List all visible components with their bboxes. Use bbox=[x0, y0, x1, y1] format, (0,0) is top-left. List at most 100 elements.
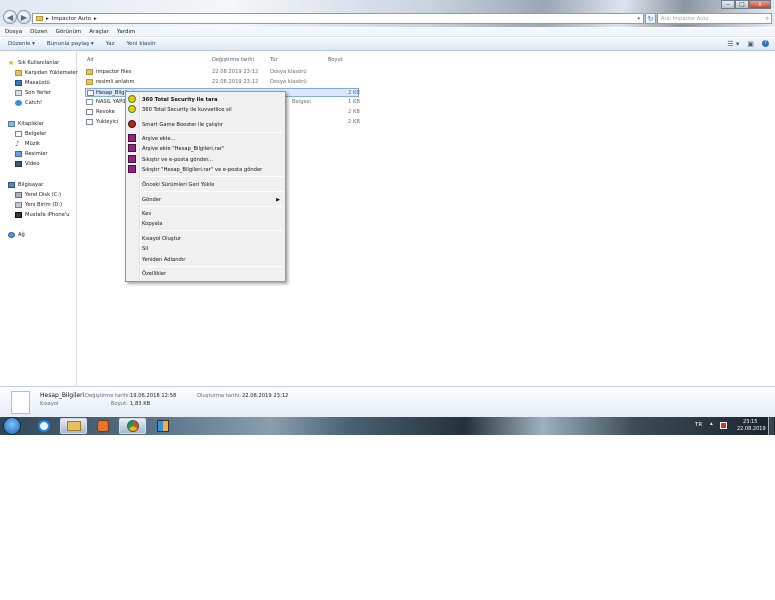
pictures-icon bbox=[15, 150, 22, 157]
language-indicator[interactable]: TR bbox=[695, 422, 702, 428]
folder-icon bbox=[86, 69, 93, 75]
video-icon bbox=[15, 160, 22, 167]
taskbar-chrome-button[interactable] bbox=[119, 418, 146, 434]
burn-button[interactable]: Yaz bbox=[106, 41, 115, 47]
nav-label: Müzik bbox=[25, 140, 40, 147]
menu-item-rename[interactable]: Yeniden Adlandır bbox=[142, 255, 185, 264]
clock-time[interactable]: 23:15 bbox=[743, 419, 757, 425]
maximize-button[interactable]: □ bbox=[735, 0, 749, 9]
explorer-screen: ◀ ▶ ▸ Impactor Auto ▸ ▾ ↻ Ara: Impactor … bbox=[0, 0, 775, 435]
winrar-icon bbox=[128, 165, 136, 173]
nav-computer-header[interactable]: Bilgisayar bbox=[8, 180, 85, 189]
menu-item-cut[interactable]: Kes bbox=[142, 209, 151, 218]
details-created-label: Oluşturma tarihi: bbox=[197, 393, 242, 399]
menu-tools[interactable]: Araçlar bbox=[89, 29, 109, 35]
menu-separator bbox=[142, 191, 283, 192]
file-date: 22.08.2019 23:12 bbox=[212, 79, 259, 85]
nav-label: Kitaplıklar bbox=[18, 120, 44, 127]
nav-label: Resimler bbox=[25, 150, 48, 157]
search-input[interactable]: Ara: Impactor Auto ⌕ bbox=[657, 13, 772, 24]
clock-date[interactable]: 22.08.2019 bbox=[737, 426, 766, 432]
menu-help[interactable]: Yardım bbox=[117, 29, 136, 35]
help-icon[interactable]: ? bbox=[762, 40, 769, 47]
column-header-size[interactable]: Boyut bbox=[328, 57, 343, 63]
media-player-icon bbox=[96, 420, 109, 432]
menu-item-scan-360[interactable]: 360 Total Security ile tara bbox=[142, 95, 218, 104]
menu-item-game-booster[interactable]: Smart Game Booster ile çalıştır bbox=[142, 120, 223, 129]
tray-expand-icon[interactable]: ▴ bbox=[710, 421, 713, 427]
minimize-button[interactable]: – bbox=[721, 0, 735, 9]
menu-item-properties[interactable]: Özellikler bbox=[142, 269, 166, 278]
file-date: 22.08.2019 23:12 bbox=[212, 69, 259, 75]
taskbar-app-button[interactable] bbox=[149, 418, 176, 434]
column-header-name[interactable]: Ad bbox=[87, 57, 94, 63]
downloads-folder-icon bbox=[15, 69, 22, 76]
column-header-type[interactable]: Tür bbox=[270, 57, 278, 63]
menu-edit[interactable]: Düzen bbox=[30, 29, 47, 35]
taskbar-media-button[interactable] bbox=[89, 418, 116, 434]
file-size: 2 KB bbox=[348, 119, 360, 125]
taskbar-ie-button[interactable] bbox=[30, 418, 57, 434]
menu-item-send-to[interactable]: Gönder bbox=[142, 195, 161, 204]
shortcut-file-icon bbox=[86, 119, 93, 125]
breadcrumb-chevron-icon[interactable]: ▸ bbox=[94, 16, 97, 22]
nav-label: Catch! bbox=[25, 99, 43, 106]
nav-favorites-header[interactable]: ★ Sık Kullanılanlar bbox=[8, 58, 85, 67]
menu-file[interactable]: Dosya bbox=[5, 29, 22, 35]
documents-icon bbox=[15, 130, 22, 137]
taskbar-explorer-button[interactable] bbox=[60, 418, 87, 434]
explorer-folder-icon bbox=[66, 421, 81, 431]
network-tray-icon[interactable] bbox=[720, 422, 727, 429]
forward-button[interactable]: ▶ bbox=[17, 10, 31, 24]
nav-label: Ağ bbox=[18, 231, 25, 238]
new-folder-button[interactable]: Yeni klasör bbox=[127, 41, 156, 47]
menu-item-copy[interactable]: Kopyala bbox=[142, 219, 162, 228]
share-with-button[interactable]: Bununla paylaş ▾ bbox=[47, 41, 94, 47]
details-size-value: 1,83 KB bbox=[130, 401, 151, 407]
file-row[interactable]: impactor files 22.08.2019 23:12 Dosya kl… bbox=[85, 68, 359, 77]
back-button[interactable]: ◀ bbox=[3, 10, 17, 24]
nav-label: Video bbox=[25, 160, 40, 167]
address-dropdown-icon[interactable]: ▾ bbox=[637, 16, 640, 22]
menu-item-add-archive[interactable]: Arşive ekle... bbox=[142, 134, 176, 143]
close-button[interactable]: x bbox=[749, 0, 771, 9]
breadcrumb-item[interactable]: Impactor Auto bbox=[52, 16, 91, 22]
organize-button[interactable]: Düzenle ▾ bbox=[8, 41, 35, 47]
nav-libraries-header[interactable]: Kitaplıklar bbox=[8, 119, 85, 128]
start-button[interactable] bbox=[3, 417, 21, 435]
internet-explorer-icon bbox=[37, 420, 50, 432]
libraries-icon bbox=[8, 120, 15, 127]
nav-network[interactable]: Ağ bbox=[8, 230, 85, 239]
menu-bar: Dosya Düzen Görünüm Araçlar Yardım bbox=[0, 28, 775, 37]
details-file-name: Hesap_Bilgileri bbox=[40, 392, 85, 399]
view-controls: ☰ ▾ ▣ ? bbox=[727, 40, 769, 48]
file-row[interactable]: resimli anlatım 22.08.2019 23:12 Dosya k… bbox=[85, 78, 359, 87]
menu-item-restore-versions[interactable]: Önceki Sürümleri Geri Yükle bbox=[142, 180, 214, 189]
menu-item-add-rar[interactable]: Arşive ekle "Hesap_Bilgileri.rar" bbox=[142, 144, 224, 153]
menu-item-compress-email[interactable]: Sıkıştır ve e-posta gönder... bbox=[142, 155, 213, 164]
menu-item-shred-360[interactable]: 360 Total Security ile kuvvetlice sil bbox=[142, 105, 232, 114]
star-icon: ★ bbox=[8, 58, 15, 67]
menu-item-compress-rar-email[interactable]: Sıkıştır "Hesap_Bilgileri.rar" ve e-post… bbox=[142, 165, 262, 174]
menu-item-delete[interactable]: Sil bbox=[142, 244, 148, 253]
menu-separator bbox=[142, 132, 283, 133]
menu-separator bbox=[142, 266, 283, 267]
menu-view[interactable]: Görünüm bbox=[56, 29, 82, 35]
taskbar: TR ▴ 23:15 22.08.2019 bbox=[0, 417, 775, 435]
winrar-icon bbox=[128, 134, 136, 142]
360-security-icon bbox=[128, 95, 136, 103]
address-bar[interactable]: ▸ Impactor Auto ▸ ▾ bbox=[32, 13, 644, 24]
chrome-icon bbox=[126, 420, 139, 432]
navigation-pane: ★ Sık Kullanılanlar Karşıdan Yüklemeler … bbox=[0, 52, 78, 386]
view-options-icon[interactable]: ☰ ▾ bbox=[727, 40, 739, 48]
music-icon: ♪ bbox=[15, 139, 20, 148]
show-desktop-button[interactable] bbox=[768, 417, 774, 435]
preview-pane-icon[interactable]: ▣ bbox=[747, 40, 754, 48]
refresh-button[interactable]: ↻ bbox=[645, 13, 656, 24]
file-name: impactor files bbox=[96, 69, 132, 75]
column-header-date[interactable]: Değiştirme tarihi bbox=[212, 57, 254, 63]
file-thumbnail-icon bbox=[11, 391, 30, 414]
winrar-icon bbox=[128, 144, 136, 152]
menu-item-create-shortcut[interactable]: Kısayol Oluştur bbox=[142, 234, 181, 243]
catch-app-icon bbox=[15, 99, 22, 106]
